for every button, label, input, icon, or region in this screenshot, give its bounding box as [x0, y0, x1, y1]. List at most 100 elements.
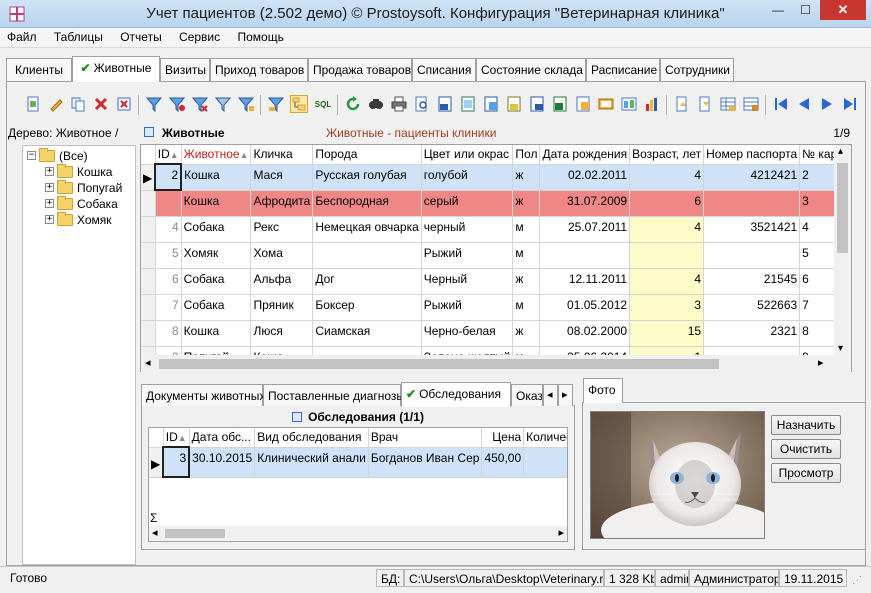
scroll-left-icon[interactable]: ◂	[152, 526, 158, 539]
scrollbar-thumb[interactable]	[837, 163, 848, 253]
cell-animal[interactable]: Собака	[181, 268, 252, 295]
cell-breed[interactable]	[312, 242, 422, 269]
cell-animal[interactable]: Хомяк	[181, 242, 252, 269]
cell-passport[interactable]: 21545	[703, 268, 801, 295]
cell-passport[interactable]: 2321	[703, 320, 801, 347]
cell-animal[interactable]: Собака	[181, 294, 252, 321]
export-html-icon[interactable]	[459, 95, 477, 113]
cell-exam-type[interactable]: Клинический анали	[254, 447, 369, 478]
assign-photo-button[interactable]: Назначить	[771, 415, 841, 435]
table-row[interactable]: 5 Хомяк Хома Рыжий м 5	[141, 242, 851, 269]
grid-columns-icon[interactable]	[742, 95, 760, 113]
cell-name[interactable]: Рекс	[250, 216, 314, 243]
subgrid-horizontal-scrollbar[interactable]: ◂ ▸	[149, 526, 567, 541]
cell-passport[interactable]: 4212421	[703, 164, 801, 191]
export-rtf-icon[interactable]	[505, 95, 523, 113]
tab-photo[interactable]: Фото	[583, 378, 623, 403]
cell-age[interactable]: 4	[629, 164, 705, 191]
tab-goods-sale[interactable]: Продажа товаров	[308, 58, 412, 81]
export-xml-icon[interactable]	[482, 95, 500, 113]
export-txt-icon[interactable]	[597, 95, 615, 113]
cell-id[interactable]: 2	[154, 163, 183, 191]
table-row[interactable]: Кошка Афродита Беспородная серый ж 31.07.2009…	[141, 190, 851, 217]
cell-age[interactable]	[629, 242, 705, 269]
cell-id[interactable]: 3	[162, 446, 191, 478]
cell-breed[interactable]: Сиамская	[312, 320, 422, 347]
grid-settings-icon[interactable]	[719, 95, 737, 113]
cell-sex[interactable]: ж	[512, 320, 541, 347]
view-photo-button[interactable]: Просмотр	[771, 463, 841, 483]
cell-birth-date[interactable]: 31.07.2009	[539, 190, 631, 217]
scroll-down-icon[interactable]: ▾	[838, 343, 843, 354]
expand-icon[interactable]: +	[45, 199, 54, 208]
tab-write-offs[interactable]: Списания	[412, 58, 476, 81]
tree-filter-icon[interactable]	[267, 95, 285, 113]
tree-root[interactable]: − (Все)	[27, 147, 88, 163]
menu-help[interactable]: Помощь	[230, 28, 290, 44]
cell-sex[interactable]: м	[512, 242, 541, 269]
cell-birth-date[interactable]: 02.02.2011	[539, 164, 631, 191]
cell-animal[interactable]: Кошка	[181, 190, 252, 217]
clear-photo-button[interactable]: Очистить	[771, 439, 841, 459]
export-excel-icon[interactable]	[551, 95, 569, 113]
animals-grid[interactable]: ID▲ Животное▲ Кличка Порода Цвет или окр…	[140, 144, 852, 372]
cell-age[interactable]: 15	[629, 320, 705, 347]
tree-view-icon[interactable]	[290, 95, 308, 113]
tab-stock-status[interactable]: Состояние склада	[476, 58, 586, 81]
menu-service[interactable]: Сервис	[172, 28, 227, 44]
examinations-grid[interactable]: ID▲ Дата обс... Вид обследования Врач Це…	[148, 427, 568, 542]
tree-item-dog[interactable]: + Собака	[45, 195, 118, 211]
cell-name[interactable]: Афродита	[250, 190, 314, 217]
animal-tree[interactable]: − (Все) + Кошка + Попугай + Собака + Хомяк	[22, 145, 136, 565]
expand-icon[interactable]: +	[45, 183, 54, 192]
cell-age[interactable]: 4	[629, 268, 705, 295]
table-row[interactable]: 6 Собака Альфа Дог Черный ж 12.11.2011 4 21545 6	[141, 268, 851, 295]
cell-name[interactable]: Пряник	[250, 294, 314, 321]
column-header-sex[interactable]: Пол	[512, 145, 541, 165]
table-row[interactable]: ▶ 2 Кошка Мася Русская голубая голубой ж 02.02.…	[141, 163, 851, 191]
last-record-icon[interactable]	[841, 95, 859, 113]
filter-remove-icon[interactable]	[191, 95, 209, 113]
tab-employees[interactable]: Сотрудники	[660, 58, 734, 81]
cell-age[interactable]: 4	[629, 216, 705, 243]
export-doc-icon[interactable]	[528, 95, 546, 113]
cell-age[interactable]: 6	[629, 190, 705, 217]
column-header-doctor[interactable]: Врач	[368, 428, 483, 448]
delete-multiple-icon[interactable]	[115, 95, 133, 113]
column-header-name[interactable]: Кличка	[250, 145, 314, 165]
refresh-icon[interactable]	[344, 95, 362, 113]
cell-id[interactable]: 7	[155, 294, 182, 321]
cell-sex[interactable]: ж	[512, 190, 541, 217]
cell-birth-date[interactable]	[539, 242, 631, 269]
cell-id[interactable]: 8	[155, 320, 182, 347]
export-csv-icon[interactable]	[574, 95, 592, 113]
cell-sex[interactable]: м	[512, 216, 541, 243]
scrollbar-thumb[interactable]	[165, 529, 225, 538]
cell-color[interactable]: Черный	[421, 268, 514, 295]
cell-color[interactable]: Черно-белая	[421, 320, 514, 347]
table-row[interactable]: ▶ 3 30.10.2015 Клинический анали Богдано…	[149, 446, 567, 478]
cell-passport[interactable]	[703, 190, 801, 217]
delete-icon[interactable]	[92, 95, 110, 113]
column-header-price[interactable]: Цена	[481, 428, 525, 448]
grid-vertical-scrollbar[interactable]: ▴ ▾	[834, 145, 851, 355]
new-record-icon[interactable]	[24, 95, 42, 113]
tab-visits[interactable]: Визиты	[160, 58, 210, 81]
tab-schedule[interactable]: Расписание	[586, 58, 660, 81]
cell-sex[interactable]: м	[512, 294, 541, 321]
cell-id[interactable]: 6	[155, 268, 182, 295]
column-header-quantity[interactable]: Количес...	[523, 428, 567, 448]
cell-birth-date[interactable]: 01.05.2012	[539, 294, 631, 321]
maximize-button[interactable]: ☐	[792, 0, 819, 20]
cell-sex[interactable]: ж	[512, 164, 541, 191]
cell-breed[interactable]: Дог	[312, 268, 422, 295]
tab-diagnoses[interactable]: Поставленные диагнозы	[263, 384, 405, 406]
menu-file[interactable]: Файл	[0, 28, 44, 44]
scroll-up-icon[interactable]: ▴	[838, 146, 843, 157]
tree-item-parrot[interactable]: + Попугай	[45, 179, 122, 195]
cell-animal[interactable]: Кошка	[181, 164, 252, 191]
cell-breed[interactable]: Беспородная	[312, 190, 422, 217]
column-header-passport[interactable]: Номер паспорта	[703, 145, 801, 165]
table-row[interactable]: 4 Собака Рекс Немецкая овчарка черный м 25.07.…	[141, 216, 851, 243]
cell-color[interactable]: Рыжий	[421, 294, 514, 321]
